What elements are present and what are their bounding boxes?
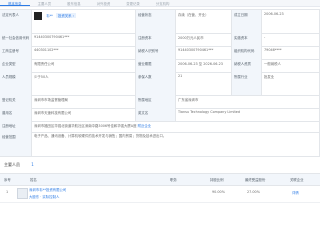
col-header: 姓名 [30, 178, 37, 182]
legal-rep-cell: 韦** 投资关系 › [32, 10, 136, 33]
label: 注册资本 [136, 33, 176, 46]
row-scope: 经营范围 电子产品、通讯设备、计算机软硬件的技术开发与销售；国内贸易；货物及技术… [0, 132, 320, 157]
value: 91440300790461*** [176, 46, 232, 59]
row-index: 1 [6, 190, 9, 194]
label: 组织机构代码 [232, 46, 262, 59]
label: 法定代表人 [0, 10, 32, 33]
final-share: 27.00% [247, 190, 260, 194]
value: 一般纳税人 [262, 59, 320, 72]
label: 企业类型 [0, 59, 32, 72]
address-cell: 深圳市福田区华强北街道华航社区深南中路3006号佳和华强大厦A座 附近企业 [32, 121, 320, 132]
label: 实缴资本 [232, 33, 262, 46]
col-header: 关联企业 [290, 178, 304, 182]
row-type: 企业类型 有限责任公司 营业期限 2006-06-23 至 2026-06-23… [0, 59, 320, 73]
label: 经营状态 [136, 10, 176, 33]
value: 批发业 [262, 72, 320, 95]
address-value: 深圳市福田区华强北街道华航社区深南中路3006号佳和华强大厦A座 [34, 124, 137, 128]
label: 统一社会信用代码 [0, 33, 32, 46]
tab-key-personnel[interactable]: 主要人员 [30, 0, 60, 6]
row-staff: 人员规模 少于50人 参保人数 21 所属行业 批发业 [0, 72, 320, 96]
tab-investments[interactable]: 对外投资 [89, 0, 119, 6]
relation-tag[interactable]: 投资关系 › [55, 13, 76, 18]
value: 2006-06-23 至 2026-06-23 [176, 59, 232, 72]
label: 注册地址 [0, 121, 32, 132]
col-header: 序号 [4, 178, 11, 182]
row-names: 曾用名 深圳市天速科技有限公司 英文名 Tiansu Technology Co… [0, 108, 320, 122]
label: 人员规模 [0, 72, 32, 95]
value: 深圳市市场监督管理局 [32, 95, 136, 108]
value: - [262, 33, 320, 46]
tab-basic-info[interactable]: 基本信息 [0, 0, 30, 6]
label: 成立日期 [232, 10, 262, 33]
table-row[interactable]: 1 深圳市韦**投资有限公司 大股东 · 实际控制人 90.00% 27.00%… [0, 184, 320, 203]
tab-changes[interactable]: 变更记录 [118, 0, 148, 6]
label: 登记机关 [0, 95, 32, 108]
company-logo-icon [17, 188, 28, 199]
label: 所属地区 [136, 95, 176, 108]
value: 440301102*** [32, 46, 136, 59]
label: 经营范围 [0, 132, 32, 156]
role-tags: 大股东 · 实际控制人 [29, 195, 60, 199]
label: 纳税人资质 [232, 59, 262, 72]
basic-info-table: 法定代表人 韦** 投资关系 › 经营状态 存续（在营、开业） 成立日期 200… [0, 9, 320, 157]
label: 工商注册号 [0, 46, 32, 59]
value: 少于50人 [32, 72, 136, 95]
label: 曾用名 [0, 108, 32, 121]
value: 21 [176, 72, 232, 95]
col-header: 持股比例 [210, 178, 224, 182]
avatar [34, 12, 42, 20]
value: 2006-06-23 [262, 10, 320, 33]
value: 存续（在营、开业） [176, 10, 232, 33]
row-region: 登记机关 深圳市市场监督管理局 所属地区 广东省深圳市 [0, 95, 320, 109]
section-count: 1 [31, 162, 34, 167]
row-codes: 工商注册号 440301102*** 纳税人识别号 91440300790461… [0, 46, 320, 60]
col-header: 职务 [170, 178, 177, 182]
tab-shareholders[interactable]: 股东信息 [59, 0, 89, 6]
value: 电子产品、通讯设备、计算机软硬件的技术开发与销售；国内贸易；货物及技术进出口。 [32, 132, 320, 156]
label: 纳税人识别号 [136, 46, 176, 59]
label: 参保人数 [136, 72, 176, 95]
value: 2000万元人民币 [176, 33, 232, 46]
row-capital: 统一社会信用代码 91440300790461*** 注册资本 2000万元人民… [0, 33, 320, 47]
row-legal-rep: 法定代表人 韦** 投资关系 › 经营状态 存续（在营、开业） 成立日期 200… [0, 10, 320, 34]
person-name[interactable]: 深圳市韦**投资有限公司 [29, 187, 66, 192]
section-title-text: 主要人员 [4, 162, 20, 167]
related-link[interactable]: 详情 [292, 190, 299, 195]
tab-branches[interactable]: 分支机构 [148, 0, 178, 6]
label: 所属行业 [232, 72, 262, 95]
value: 91440300790461*** [32, 33, 136, 46]
value: 79046**** [262, 46, 320, 59]
value: Tiansu Technology Company Limited [176, 108, 320, 121]
value: 有限责任公司 [32, 59, 136, 72]
value: 广东省深圳市 [176, 95, 320, 108]
section-title: 主要人员 1 [4, 162, 34, 168]
label: 英文名 [136, 108, 176, 121]
legal-rep-name[interactable]: 韦** [46, 14, 53, 18]
col-header: 最终受益股份 [245, 178, 266, 182]
tab-bar: 基本信息 主要人员 股东信息 对外投资 变更记录 分支机构 [0, 0, 320, 7]
value: 深圳市天速科技有限公司 [32, 108, 136, 121]
nearby-link[interactable]: 附近企业 [138, 124, 152, 128]
share: 90.00% [212, 190, 225, 194]
label: 营业期限 [136, 59, 176, 72]
